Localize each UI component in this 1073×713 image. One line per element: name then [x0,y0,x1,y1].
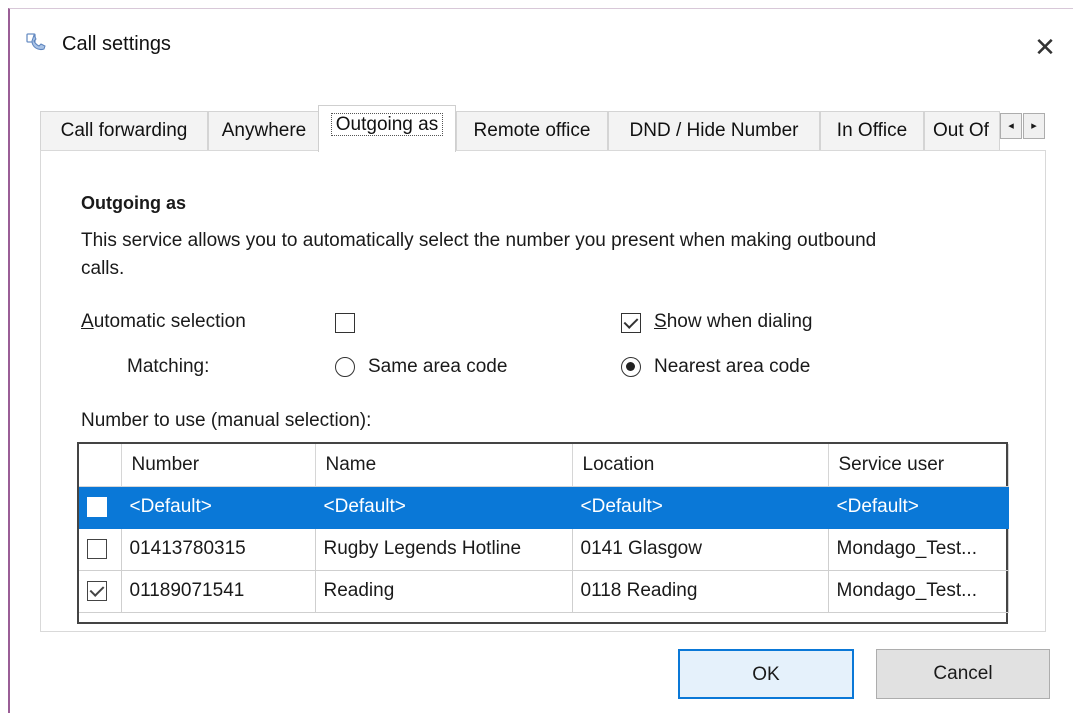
call-settings-window: Call settings ✕ Call forwarding Anywhere… [8,8,1073,713]
row-checkbox[interactable] [87,496,107,517]
tab-outgoing-as[interactable]: Outgoing as [318,105,456,152]
row-checkbox[interactable] [87,580,107,601]
title-bar: Call settings ✕ [10,9,1073,79]
automatic-selection-label-text: utomatic selection [93,311,246,332]
name-cell: Reading [315,570,573,613]
number-cell: 01413780315 [121,528,316,571]
automatic-selection-label: Automatic selection [81,311,246,333]
number-cell: <Default> [121,486,316,529]
row-check-cell [79,486,122,529]
table-row[interactable]: 01413780315 Rugby Legends Hotline 0141 G… [79,528,1009,571]
tab-scroll-left-button[interactable]: ◂ [1000,113,1022,139]
numbers-grid: Number Name Location Service user <Defau… [77,442,1009,624]
show-when-dialing-checkbox[interactable] [621,313,641,333]
name-cell: Rugby Legends Hotline [315,528,573,571]
section-description: This service allows you to automatically… [81,230,877,279]
automatic-selection-checkbox[interactable] [335,313,355,333]
nearest-area-code-label[interactable]: Nearest area code [654,356,810,378]
row-checkbox[interactable] [87,538,107,559]
location-cell: 0141 Glasgow [572,528,829,571]
phone-settings-icon [26,33,46,50]
tab-scroll-right-button[interactable]: ▸ [1023,113,1045,139]
tab-dnd-hide-number[interactable]: DND / Hide Number [608,111,820,151]
window-title: Call settings [62,33,171,55]
close-button[interactable]: ✕ [1017,27,1073,67]
column-header-name[interactable]: Name [315,444,573,487]
service-user-cell: Mondago_Test... [828,570,1009,613]
tab-anywhere[interactable]: Anywhere [208,111,320,151]
automatic-selection-accesskey: A [81,311,94,332]
table-header-row: Number Name Location Service user [79,444,1009,487]
number-cell: 01189071541 [121,570,316,613]
column-header-service-user[interactable]: Service user [828,444,1009,487]
column-header-number[interactable]: Number [121,444,316,487]
same-area-code-radio[interactable] [335,357,355,377]
table-row[interactable]: 01189071541 Reading 0118 Reading Mondago… [79,570,1009,613]
matching-label: Matching: [127,356,210,377]
service-user-cell: <Default> [828,486,1009,529]
location-cell: <Default> [572,486,829,529]
tab-out-of[interactable]: Out Of [924,111,1000,151]
column-header-location[interactable]: Location [572,444,829,487]
tab-strip: Call forwarding Anywhere Outgoing as Rem… [40,105,1046,152]
row-check-cell [79,570,122,613]
tab-in-office[interactable]: In Office [820,111,924,151]
show-when-dialing-label[interactable]: Show when dialing [654,311,812,333]
name-cell: <Default> [315,486,573,529]
outgoing-as-panel: Outgoing as This service allows you to a… [40,150,1046,632]
tab-outgoing-as-label: Outgoing as [330,113,444,136]
ok-button[interactable]: OK [678,649,854,699]
tab-remote-office[interactable]: Remote office [456,111,608,151]
number-to-use-label: Number to use (manual selection): [81,410,372,431]
cancel-button[interactable]: Cancel [876,649,1050,699]
location-cell: 0118 Reading [572,570,829,613]
show-when-dialing-label-text: how when dialing [666,311,813,332]
column-header-check [79,444,122,487]
section-title: Outgoing as [81,193,186,213]
table-row[interactable]: <Default> <Default> <Default> <Default> [79,486,1009,529]
numbers-table: Number Name Location Service user <Defau… [79,444,1009,613]
nearest-area-code-radio[interactable] [621,357,641,377]
row-check-cell [79,528,122,571]
show-when-dialing-accesskey: S [654,311,667,332]
tab-call-forwarding[interactable]: Call forwarding [40,111,208,151]
service-user-cell: Mondago_Test... [828,528,1009,571]
same-area-code-label[interactable]: Same area code [368,356,507,378]
